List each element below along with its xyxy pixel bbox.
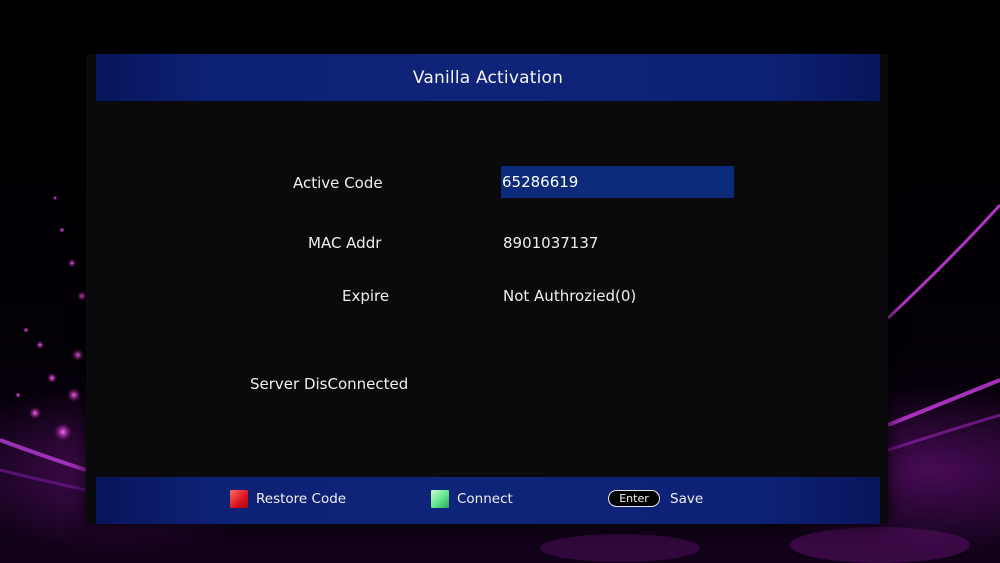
- window-title: Vanilla Activation: [412, 67, 564, 88]
- activation-panel: Vanilla Activation Active Code 65286619 …: [86, 54, 888, 524]
- save-label: Save: [670, 490, 704, 507]
- footer-bar: Restore Code Connect Enter Save: [96, 477, 880, 524]
- mac-addr-value: 8901037137: [503, 234, 599, 252]
- connect-button[interactable]: Connect: [431, 490, 513, 508]
- red-key-icon: [230, 490, 248, 508]
- restore-code-label: Restore Code: [256, 491, 347, 507]
- mac-addr-label: MAC Addr: [308, 234, 382, 252]
- connect-label: Connect: [457, 491, 513, 507]
- green-key-icon: [431, 490, 449, 508]
- restore-code-button[interactable]: Restore Code: [230, 490, 346, 508]
- active-code-input[interactable]: 65286619: [501, 166, 734, 198]
- enter-key-icon: Enter: [608, 490, 660, 507]
- active-code-label: Active Code: [293, 174, 383, 192]
- server-status: Server DisConnected: [250, 375, 409, 393]
- title-bar: Vanilla Activation: [96, 54, 880, 101]
- save-button[interactable]: Enter Save: [608, 490, 703, 507]
- expire-label: Expire: [342, 287, 390, 305]
- expire-value: Not Authrozied(0): [503, 287, 637, 305]
